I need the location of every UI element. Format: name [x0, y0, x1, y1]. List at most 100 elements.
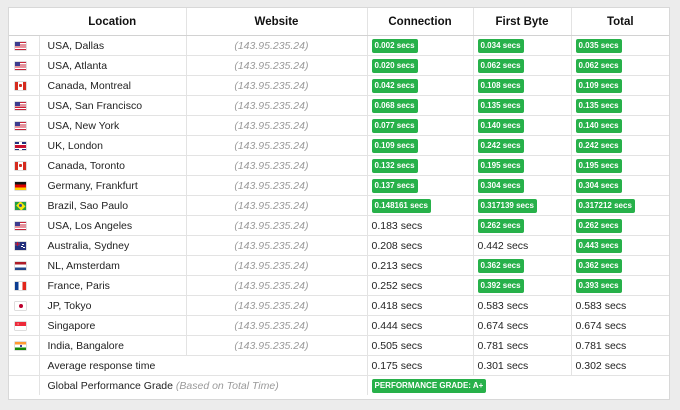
- connection-cell: 0.068 secs: [367, 95, 474, 116]
- time-value: 0.183 secs: [371, 219, 423, 232]
- average-label: Average response time: [39, 355, 368, 376]
- total-cell: 0.317212 secs: [571, 195, 669, 216]
- table-row: Canada, Montreal (143.95.235.24) 0.042 sec…: [9, 75, 669, 96]
- first-byte-cell: 0.442 secs: [473, 235, 572, 256]
- table-row: JP, Tokyo (143.95.235.24) 0.418 secs 0.583 …: [9, 295, 669, 316]
- website-ip-cell: (143.95.235.24): [186, 95, 368, 116]
- location-cell: Germany, Frankfurt: [39, 175, 187, 196]
- connection-cell: 0.183 secs: [367, 215, 474, 236]
- flag-cell: [9, 135, 40, 156]
- nl-flag-icon: [15, 261, 26, 270]
- time-badge: 0.262 secs: [575, 218, 622, 233]
- location-cell: USA, San Francisco: [39, 95, 187, 116]
- flag-cell: [9, 95, 40, 116]
- connection-cell: 0.444 secs: [367, 315, 474, 336]
- average-row: Average response time 0.175 secs 0.301 s…: [9, 355, 669, 376]
- time-value: 0.444 secs: [371, 319, 423, 332]
- time-value: 0.252 secs: [371, 279, 423, 292]
- location-cell: Singapore: [39, 315, 187, 336]
- us-flag-icon: [15, 121, 26, 130]
- header-website[interactable]: Website: [186, 8, 368, 36]
- location-cell: Brazil, Sao Paulo: [39, 195, 187, 216]
- first-byte-cell: 0.135 secs: [473, 95, 572, 116]
- jp-flag-icon: [15, 301, 26, 310]
- flag-cell: [9, 175, 40, 196]
- header-location[interactable]: Location: [39, 8, 187, 36]
- location-cell: France, Paris: [39, 275, 187, 296]
- total-cell: 0.781 secs: [571, 335, 669, 356]
- location-cell: USA, Atlanta: [39, 55, 187, 76]
- table-row: USA, Los Angeles (143.95.235.24) 0.183 sec…: [9, 215, 669, 236]
- website-ip-cell: (143.95.235.24): [186, 155, 368, 176]
- de-flag-icon: [15, 181, 26, 190]
- time-badge: 0.135 secs: [477, 98, 524, 113]
- flag-cell: [9, 55, 40, 76]
- website-ip-cell: (143.95.235.24): [186, 275, 368, 296]
- header-total[interactable]: Total: [571, 8, 669, 36]
- time-badge: 0.140 secs: [477, 118, 524, 133]
- website-ip-cell: (143.95.235.24): [186, 175, 368, 196]
- grade-label: Global Performance Grade: [47, 379, 173, 392]
- time-badge: 0.035 secs: [575, 38, 622, 53]
- time-badge: 0.392 secs: [477, 278, 524, 293]
- flag-cell: [9, 335, 40, 356]
- first-byte-cell: 0.062 secs: [473, 55, 572, 76]
- header-flag: [9, 8, 39, 36]
- time-value: 0.674 secs: [575, 319, 627, 332]
- time-badge: 0.195 secs: [575, 158, 622, 173]
- total-cell: 0.262 secs: [571, 215, 669, 236]
- flag-cell: [9, 215, 40, 236]
- flag-cell: [9, 235, 40, 256]
- website-ip-cell: (143.95.235.24): [186, 115, 368, 136]
- website-ip-cell: (143.95.235.24): [186, 75, 368, 96]
- total-cell: 0.135 secs: [571, 95, 669, 116]
- location-cell: Australia, Sydney: [39, 235, 187, 256]
- first-byte-cell: 0.242 secs: [473, 135, 572, 156]
- first-byte-cell: 0.583 secs: [473, 295, 572, 316]
- location-cell: JP, Tokyo: [39, 295, 187, 316]
- time-badge: 0.443 secs: [575, 238, 622, 253]
- table-row: USA, New York (143.95.235.24) 0.077 secs 0.…: [9, 115, 669, 136]
- total-cell: 0.583 secs: [571, 295, 669, 316]
- time-badge: 0.317212 secs: [575, 198, 635, 213]
- table-row: NL, Amsterdam (143.95.235.24) 0.213 secs 0.…: [9, 255, 669, 276]
- time-value: 0.781 secs: [575, 339, 627, 352]
- time-value: 0.208 secs: [371, 239, 423, 252]
- table-row: India, Bangalore (143.95.235.24) 0.505 sec…: [9, 335, 669, 356]
- time-badge: 0.002 secs: [371, 38, 418, 53]
- header-first-byte[interactable]: First Byte: [473, 8, 572, 36]
- connection-cell: 0.002 secs: [367, 35, 474, 56]
- time-badge: 0.062 secs: [575, 58, 622, 73]
- location-cell: NL, Amsterdam: [39, 255, 187, 276]
- website-ip-cell: (143.95.235.24): [186, 215, 368, 236]
- time-value: 0.583 secs: [477, 299, 529, 312]
- first-byte-cell: 0.781 secs: [473, 335, 572, 356]
- location-cell: India, Bangalore: [39, 335, 187, 356]
- first-byte-cell: 0.304 secs: [473, 175, 572, 196]
- time-badge: 0.068 secs: [371, 98, 418, 113]
- table-row: Singapore (143.95.235.24) 0.444 secs 0.674 …: [9, 315, 669, 336]
- connection-cell: 0.418 secs: [367, 295, 474, 316]
- us-flag-icon: [15, 101, 26, 110]
- us-flag-icon: [15, 61, 26, 70]
- uk-flag-icon: [15, 141, 26, 150]
- website-ip-cell: (143.95.235.24): [186, 295, 368, 316]
- time-badge: 0.132 secs: [371, 158, 418, 173]
- table-row: USA, Dallas (143.95.235.24) 0.002 secs 0.03…: [9, 35, 669, 56]
- time-badge: 0.109 secs: [371, 138, 418, 153]
- flag-cell: [9, 275, 40, 296]
- connection-cell: 0.252 secs: [367, 275, 474, 296]
- grade-note: (Based on Total Time): [175, 379, 279, 392]
- header-connection[interactable]: Connection: [367, 8, 474, 36]
- connection-cell: 0.137 secs: [367, 175, 474, 196]
- ca-flag-icon: [15, 161, 26, 170]
- table-row: USA, Atlanta (143.95.235.24) 0.020 secs 0.0…: [9, 55, 669, 76]
- sg-flag-icon: [15, 321, 26, 330]
- in-flag-icon: [15, 341, 26, 350]
- location-cell: USA, Los Angeles: [39, 215, 187, 236]
- fr-flag-icon: [15, 281, 26, 290]
- table-row: UK, London (143.95.235.24) 0.109 secs 0.242…: [9, 135, 669, 156]
- time-value: 0.505 secs: [371, 339, 423, 352]
- time-badge: 0.148161 secs: [371, 198, 431, 213]
- time-badge: 0.304 secs: [575, 178, 622, 193]
